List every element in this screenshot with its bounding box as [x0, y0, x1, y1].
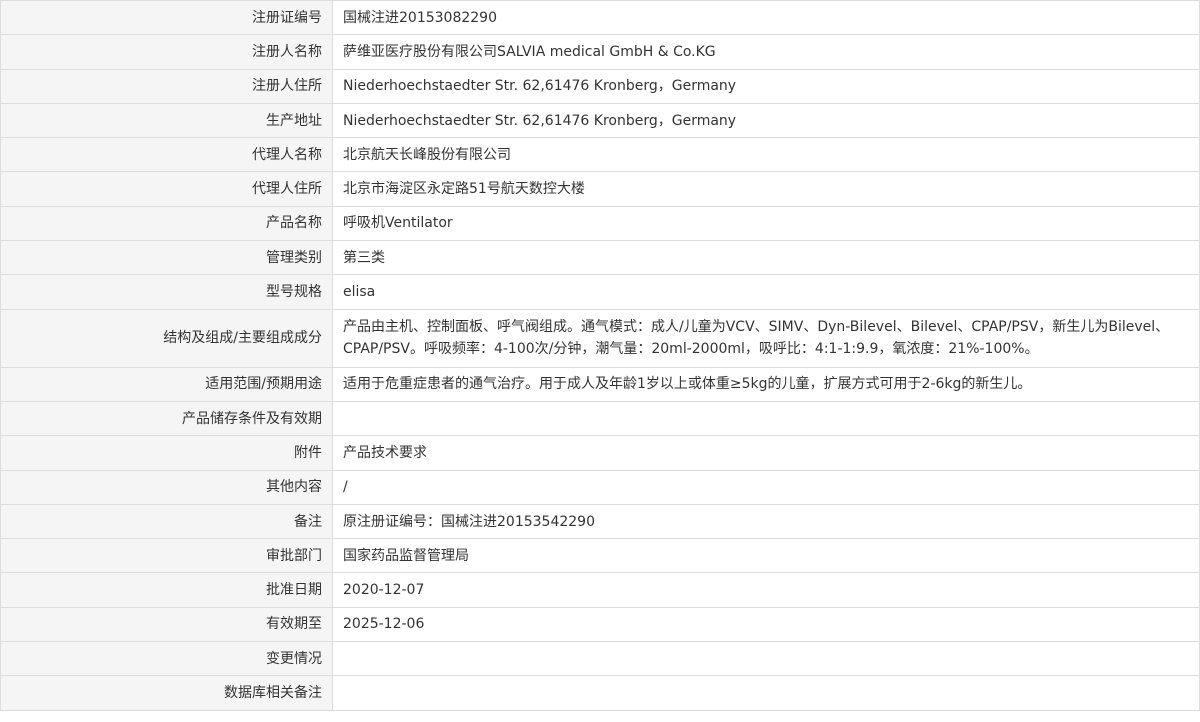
field-label: 有效期至 [0, 606, 333, 643]
field-label: 生产地址 [0, 102, 333, 139]
field-label: 结构及组成/主要组成成分 [0, 308, 333, 368]
field-value [332, 641, 1200, 677]
table-row-database-notes: 数据库相关备注 [0, 675, 1200, 711]
table-row-agent-address: 代理人住所 北京市海淀区永定路51号航天数控大楼 [0, 171, 1200, 207]
field-value: elisa [332, 274, 1200, 310]
field-value: 2025-12-06 [332, 606, 1200, 643]
field-value: Niederhoechstaedter Str. 62,61476 Kronbe… [332, 68, 1200, 104]
field-label: 变更情况 [0, 641, 333, 677]
field-label: 审批部门 [0, 538, 333, 574]
field-value: 北京航天长峰股份有限公司 [332, 137, 1200, 173]
field-value: / [332, 469, 1200, 505]
field-value: 2020-12-07 [332, 572, 1200, 608]
registration-record-table: 注册证编号 国械注进20153082290 注册人名称 萨维亚医疗股份有限公司S… [0, 0, 1200, 711]
field-value: 萨维亚医疗股份有限公司SALVIA medical GmbH & Co.KG [332, 34, 1200, 70]
table-row-storage-validity: 产品储存条件及有效期 [0, 400, 1200, 437]
field-value: 原注册证编号：国械注进20153542290 [332, 503, 1200, 540]
table-row-attachment: 附件 产品技术要求 [0, 435, 1200, 471]
field-value: 第三类 [332, 240, 1200, 276]
field-value: 产品由主机、控制面板、呼气阀组成。通气模式：成人/儿童为VCV、SIMV、Dyn… [332, 308, 1200, 368]
table-row-model-spec: 型号规格 elisa [0, 274, 1200, 310]
field-label: 数据库相关备注 [0, 675, 333, 711]
field-value: 产品技术要求 [332, 435, 1200, 471]
table-row-management-category: 管理类别 第三类 [0, 240, 1200, 276]
table-row-registration-number: 注册证编号 国械注进20153082290 [0, 0, 1200, 36]
table-row-structure-composition: 结构及组成/主要组成成分 产品由主机、控制面板、呼气阀组成。通气模式：成人/儿童… [0, 308, 1200, 368]
table-row-approval-date: 批准日期 2020-12-07 [0, 572, 1200, 608]
field-value: 适用于危重症患者的通气治疗。用于成人及年龄1岁以上或体重≥5kg的儿童，扩展方式… [332, 366, 1200, 402]
field-value [332, 675, 1200, 711]
field-label: 产品储存条件及有效期 [0, 400, 333, 437]
field-label: 代理人名称 [0, 137, 333, 173]
field-label: 适用范围/预期用途 [0, 366, 333, 402]
field-label: 注册人住所 [0, 68, 333, 104]
field-label: 备注 [0, 503, 333, 540]
field-value [332, 400, 1200, 437]
field-value: 呼吸机Ventilator [332, 205, 1200, 242]
field-label: 注册证编号 [0, 0, 333, 36]
field-label: 注册人名称 [0, 34, 333, 70]
field-label: 型号规格 [0, 274, 333, 310]
table-row-registrant-address: 注册人住所 Niederhoechstaedter Str. 62,61476 … [0, 68, 1200, 104]
field-value: 国家药品监督管理局 [332, 538, 1200, 574]
table-row-registrant-name: 注册人名称 萨维亚医疗股份有限公司SALVIA medical GmbH & C… [0, 34, 1200, 70]
field-value: Niederhoechstaedter Str. 62,61476 Kronbe… [332, 102, 1200, 139]
table-row-product-name: 产品名称 呼吸机Ventilator [0, 205, 1200, 242]
field-label: 代理人住所 [0, 171, 333, 207]
field-value: 国械注进20153082290 [332, 0, 1200, 36]
table-row-agent-name: 代理人名称 北京航天长峰股份有限公司 [0, 137, 1200, 173]
field-label: 产品名称 [0, 205, 333, 242]
table-row-intended-use: 适用范围/预期用途 适用于危重症患者的通气治疗。用于成人及年龄1岁以上或体重≥5… [0, 366, 1200, 402]
table-row-approval-department: 审批部门 国家药品监督管理局 [0, 538, 1200, 574]
field-label: 管理类别 [0, 240, 333, 276]
field-value: 北京市海淀区永定路51号航天数控大楼 [332, 171, 1200, 207]
field-label: 批准日期 [0, 572, 333, 608]
table-row-change-status: 变更情况 [0, 641, 1200, 677]
field-label: 其他内容 [0, 469, 333, 505]
table-row-production-address: 生产地址 Niederhoechstaedter Str. 62,61476 K… [0, 102, 1200, 139]
field-label: 附件 [0, 435, 333, 471]
table-row-other-content: 其他内容 / [0, 469, 1200, 505]
table-row-valid-until: 有效期至 2025-12-06 [0, 606, 1200, 643]
table-row-remarks: 备注 原注册证编号：国械注进20153542290 [0, 503, 1200, 540]
